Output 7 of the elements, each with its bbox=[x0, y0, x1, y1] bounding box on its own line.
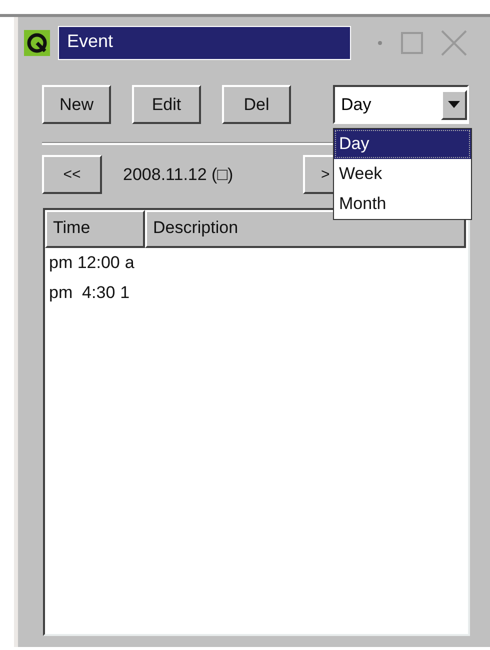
date-label: 2008.11.12 (□) bbox=[123, 164, 234, 184]
description-cell: a bbox=[124, 253, 134, 273]
time-cell: pm 12:00 bbox=[49, 253, 120, 273]
time-cell: pm 4:30 bbox=[49, 283, 116, 303]
dropdown-value: Day bbox=[341, 94, 372, 114]
description-cell: 1 bbox=[120, 283, 130, 303]
window-title: Event bbox=[58, 26, 351, 60]
